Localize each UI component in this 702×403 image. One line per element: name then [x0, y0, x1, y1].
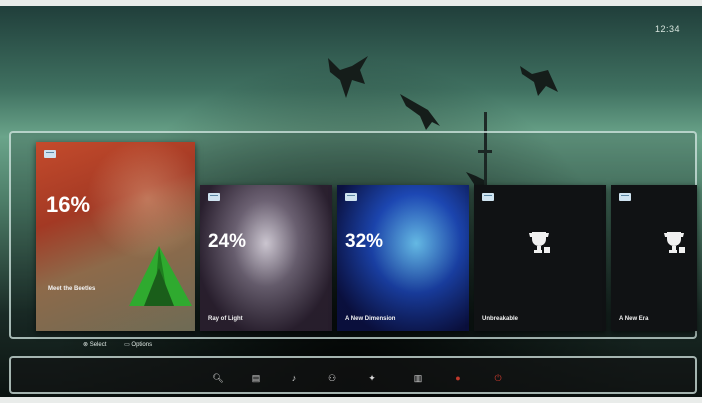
bird-2 — [400, 94, 440, 130]
friends-icon[interactable]: ⚇ — [325, 372, 339, 384]
game-tile-3[interactable]: 32% A New Dimension — [337, 185, 469, 331]
trophy-tile-1[interactable]: Unbreakable — [474, 185, 606, 331]
store-icon[interactable]: ▤ — [247, 372, 265, 384]
game-tile-2[interactable]: 24% Ray of Light — [200, 185, 332, 331]
game-badge-icon — [345, 193, 357, 201]
game-badge-icon — [619, 193, 631, 201]
select-prompt: ⊗ Select — [83, 342, 107, 348]
button-prompts: ⊗ Select ▭ Options — [83, 341, 168, 348]
tile-title: A New Dimension — [345, 316, 396, 322]
search-icon[interactable]: 🔍︎ — [211, 372, 225, 384]
tile-title: A New Era — [619, 316, 649, 322]
game-tile-1[interactable]: 16% Meet the Beetles — [36, 142, 195, 331]
progress-percent: 24% — [208, 231, 247, 252]
music-icon[interactable]: ♪ — [287, 372, 301, 384]
taskbar: 🔍︎ ▤ ♪ ⚇ ✦ ▥ ● ⏻ — [9, 356, 697, 394]
trophy-icon — [664, 232, 686, 254]
game-badge-icon — [482, 193, 494, 201]
clock: 12:34 — [654, 24, 680, 34]
tile-title: Meet the Beetles — [48, 286, 96, 292]
progress-percent: 32% — [345, 231, 384, 252]
tent-icon — [129, 246, 192, 306]
bird-1 — [328, 56, 368, 98]
game-badge-icon — [44, 150, 56, 158]
progress-percent: 16% — [46, 192, 91, 217]
trophy-icon — [529, 232, 551, 254]
trophy-tile-2[interactable]: A New Era — [611, 185, 697, 331]
options-prompt: ▭ Options — [124, 342, 153, 348]
tile-title: Unbreakable — [482, 316, 519, 322]
game-icon[interactable]: ✦ — [365, 372, 379, 384]
bird-3 — [520, 66, 558, 96]
game-badge-icon — [208, 193, 220, 201]
library-icon[interactable]: ▥ — [407, 372, 429, 384]
tile-title: Ray of Light — [208, 316, 243, 322]
power-icon[interactable]: ⏻ — [491, 372, 505, 384]
notification-icon[interactable]: ● — [451, 372, 465, 384]
